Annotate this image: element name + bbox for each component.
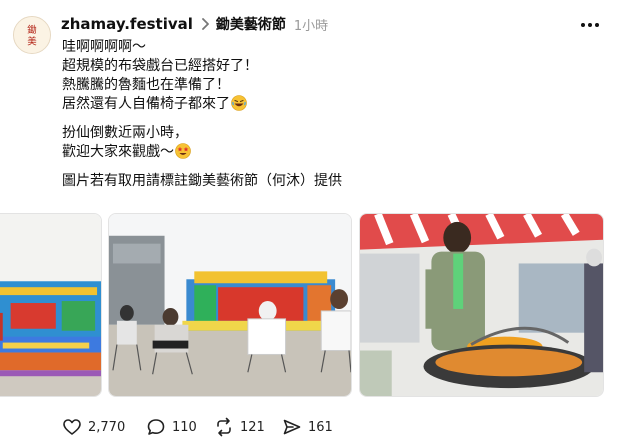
share-send-icon bbox=[283, 419, 301, 435]
gallery-image-3[interactable] bbox=[359, 213, 604, 397]
share-count: 161 bbox=[308, 419, 333, 435]
gallery-image-2[interactable] bbox=[108, 213, 352, 397]
more-dot-icon bbox=[595, 23, 599, 27]
heart-icon bbox=[63, 419, 81, 435]
post-text: 居然還有人自備椅子都來了 bbox=[62, 96, 230, 112]
comment-count: 110 bbox=[172, 419, 197, 435]
more-dot-icon bbox=[581, 23, 585, 27]
post-body: 哇啊啊啊啊～ 超規模的布袋戲台已經搭好了！ 熱騰騰的魯麵也在準備了！ 居然還有人… bbox=[62, 38, 342, 191]
post-text: 歡迎大家來觀戲～ bbox=[62, 144, 174, 160]
post-text-line: 熱騰騰的魯麵也在準備了！ bbox=[62, 77, 230, 93]
post-text-line: 扮仙倒數近兩小時， bbox=[62, 125, 188, 141]
repost-button[interactable]: 121 bbox=[214, 415, 265, 439]
post-text-line-with-emoji: 歡迎大家來觀戲～ bbox=[62, 143, 342, 162]
more-dot-icon bbox=[588, 23, 592, 27]
avatar-char-2: 美 bbox=[27, 35, 37, 47]
comment-icon bbox=[147, 419, 165, 435]
like-count: 2,770 bbox=[88, 419, 126, 435]
comment-button[interactable]: 110 bbox=[146, 415, 197, 439]
post-text-line: 超規模的布袋戲台已經搭好了！ bbox=[62, 58, 258, 74]
star-struck-emoji-icon bbox=[175, 143, 191, 159]
gallery-image-1[interactable] bbox=[0, 213, 102, 397]
photo-credit-text: 圖片若有取用請標註鋤美藝術節（何沐）提供 bbox=[62, 173, 342, 189]
repost-icon bbox=[217, 417, 231, 437]
post-text-line-with-emoji: 居然還有人自備椅子都來了 bbox=[62, 95, 342, 114]
repost-count: 121 bbox=[240, 419, 265, 435]
post-text-line: 哇啊啊啊啊～ bbox=[62, 39, 146, 55]
post-actions: 2,770 110 121 161 bbox=[0, 415, 619, 439]
avatar-char-1: 鋤 bbox=[27, 24, 36, 36]
image-gallery[interactable] bbox=[0, 213, 619, 397]
username-link[interactable]: zhamay.festival bbox=[61, 15, 193, 33]
like-button[interactable]: 2,770 bbox=[62, 415, 125, 439]
community-link[interactable]: 鋤美藝術節 bbox=[216, 14, 286, 34]
avatar[interactable]: 鋤 美 bbox=[13, 16, 51, 54]
share-button[interactable]: 161 bbox=[282, 415, 333, 439]
post-timestamp[interactable]: 1小時 bbox=[294, 15, 328, 34]
rolling-laughing-emoji-icon bbox=[231, 95, 247, 111]
chevron-right-icon bbox=[202, 18, 209, 30]
more-options-button[interactable] bbox=[578, 14, 602, 36]
post-header: zhamay.festival 鋤美藝術節 1小時 bbox=[61, 13, 328, 35]
